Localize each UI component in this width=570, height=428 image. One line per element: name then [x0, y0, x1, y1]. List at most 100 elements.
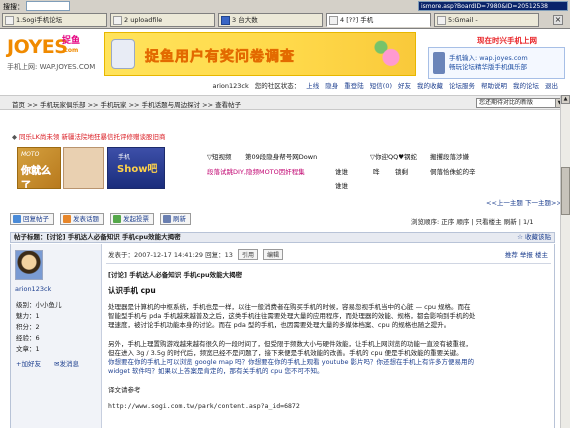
author-level: 级别：小小鱼儿 [16, 301, 62, 309]
post-paragraph: 智能型手机与 pda 手机越来越普及之后，这类手机往往需要处理大量的应用程序，而… [108, 312, 476, 320]
post-title: [讨论] 手机达人必备知识 手机cpu效能大揭密 [108, 271, 243, 279]
ad-link[interactable]: 哗 [373, 166, 380, 176]
send-message-link[interactable]: ✉发消息 [54, 358, 79, 368]
thread-title-bar: 帖子标题：[讨论] 手机达人必备知识 手机cpu效能大揭密 ☆ 收藏该贴 [10, 232, 555, 243]
scroll-thumb[interactable] [561, 167, 570, 215]
ad-link[interactable]: 搬攫段落涉嫌 [430, 151, 469, 161]
tab-taida[interactable]: 3 台大数 [218, 13, 323, 27]
site-logo-cn: 捉鱼 .com [62, 36, 81, 55]
moto-ad-image[interactable]: MOTO 你就么了 [17, 147, 61, 189]
author-charm: 魅力：1 [16, 312, 40, 320]
favorite-button[interactable]: ☆ 收藏该贴 [517, 233, 551, 242]
favorites-link[interactable]: 我的收藏 [417, 80, 443, 92]
post-icon [63, 215, 71, 223]
flower-illustration [371, 37, 411, 71]
view-mode-links[interactable]: 浏览顺序: 正序 顺序 | 只看楼主 刷新 | 1/1 [411, 216, 534, 226]
avatar[interactable] [15, 250, 43, 280]
prev-next-links[interactable]: <<上一主题 下一主题>> [486, 197, 562, 207]
relogin-link[interactable]: 重登陆 [344, 80, 364, 92]
search-input[interactable] [26, 1, 70, 11]
reply-button[interactable]: 回复帖子 [10, 213, 54, 225]
post-paragraph: 但在进入 3g / 3.5g 的时代后，频宽已经不是问题了，接下来便是手机效能的… [108, 349, 463, 357]
ad-link[interactable]: 段落试跳DIY,隐频MOTO因奸程集 [207, 166, 305, 176]
quote-button[interactable]: 引用 [237, 249, 258, 260]
my-forum-link[interactable]: 我的论坛 [513, 80, 539, 92]
scroll-up-icon[interactable]: ▲ [561, 95, 570, 104]
ad-link[interactable]: ▽短视频 [207, 151, 232, 161]
user-status-bar: arion123ck 您的社区状态： 上线 隐身 重登陆 短信(0) 好友 我的… [0, 80, 570, 92]
post-paragraph: 处理器是计算机的中枢系统，手机也是一样，以往一般消费者在购买手机的时候，容易忽视… [108, 303, 471, 311]
edit-button[interactable]: 编辑 [263, 249, 284, 260]
ad-link[interactable]: 锁剩 [395, 166, 408, 176]
tab-uploadfile[interactable]: 2 uploadfile [110, 13, 215, 27]
announcement[interactable]: ◆ 同乐LK尚未领 新疆法院地狂暴信托评修赠谈股旧商 [12, 131, 165, 141]
messages-link[interactable]: 短信(0) [370, 80, 392, 92]
ad-link[interactable]: 谁谁 [335, 166, 348, 176]
new-poll-button[interactable]: 发起投票 [110, 213, 154, 225]
nav-bar: 首页 >> 手机玩家俱乐部 >> 手机玩家 >> 手机话题与周边探讨 >> 查看… [0, 95, 570, 110]
post-heading: 认识手机 cpu [108, 286, 156, 295]
site-url: 手机上网: WAP.JOYES.COM [7, 63, 96, 71]
page-icon [329, 16, 338, 25]
status-online[interactable]: 上线 [306, 80, 319, 92]
page-icon [221, 16, 230, 25]
site-logo[interactable]: JOYES [7, 36, 68, 58]
thread-title: 帖子标题：[讨论] 手机达人必备知识 手机cpu效能大揭密 [14, 233, 181, 241]
browser-chrome: 搜搜： ismore.asp?BoardID=7980&ID=20512538 … [0, 0, 570, 29]
phone-illustration [111, 39, 135, 69]
logout-link[interactable]: 退出 [545, 80, 558, 92]
author-points: 积分：2 [16, 323, 40, 331]
survey-banner[interactable]: 捉鱼用户有奖问卷调查 [104, 32, 416, 76]
divider [106, 263, 551, 264]
breadcrumb[interactable]: 首页 >> 手机玩家俱乐部 >> 手机玩家 >> 手机话题与周边探讨 >> 查看… [12, 99, 241, 109]
ad-link[interactable]: 谁谁 [335, 180, 348, 190]
author-posts: 文章：1 [16, 345, 40, 353]
page-icon [437, 16, 446, 25]
add-friend-link[interactable]: +加好友 [16, 358, 41, 368]
post-actions: 回复帖子 发表话题 发起投票 刷新 [10, 213, 191, 225]
refresh-button[interactable]: 刷新 [160, 213, 191, 225]
address-bar[interactable]: ismore.asp?BoardID=7980&ID=20512538 [418, 1, 568, 11]
ad-link[interactable]: 第09段隐身帮号网Down [245, 151, 317, 161]
author-name[interactable]: arion123ck [15, 285, 51, 293]
banner-text: 捉鱼用户有奖问卷调查 [145, 49, 295, 66]
reply-icon [13, 215, 21, 223]
page-icon [113, 16, 122, 25]
status-hidden[interactable]: 隐身 [325, 80, 338, 92]
new-topic-button[interactable]: 发表话题 [60, 213, 104, 225]
reference-link[interactable]: http://www.sogi.com.tw/park/content.asp?… [108, 402, 300, 411]
wap-promo[interactable]: 手机输入: wap.joyes.com 畅玩论坛精华版手机俱乐部 [428, 47, 565, 79]
post-ops[interactable]: 推荐 举报 楼主 [505, 249, 548, 259]
tab-gmail[interactable]: 5:Gmail - [434, 13, 539, 27]
promo-headline: 现在时兴手机上网 [477, 36, 537, 45]
help-link[interactable]: 帮助说明 [481, 80, 507, 92]
show-ad-image[interactable]: 手机 Show吧 [107, 147, 165, 189]
tab-strip: 1.Sogi手机论坛 2 uploadfile 3 台大数 4 [??] 手机 … [2, 13, 539, 28]
author-exp: 经验：6 [16, 334, 40, 342]
status-label: 您的社区状态： [254, 82, 301, 90]
favorite-icon: ☆ [517, 233, 525, 241]
post-paragraph: 理速度，被讨论手机功能本身的讨论。而在 pda 型的手机，也因需要处理大量的多媒… [108, 321, 451, 329]
refresh-icon [163, 215, 171, 223]
search-label: 搜搜： [3, 3, 24, 11]
ad-link[interactable]: 侗落恰侏蛇的辛 [430, 166, 476, 176]
post-paragraph: 另外，手机上理置购游戏越来越有很久的一段时间了，但受限于频数大小与硬件效能，让手… [108, 340, 472, 348]
post-paragraph: 译文请参考 [108, 386, 141, 394]
post-meta: 发表于：2007-12-17 14:41:29 回复：13 引用 编辑 [108, 249, 284, 260]
person-ad-image[interactable] [63, 147, 104, 189]
ad-link[interactable]: ▽你迎QQ♥钢蛇 [370, 151, 417, 161]
promo-line: 畅玩论坛精华版手机俱乐部 [449, 63, 527, 71]
friends-link[interactable]: 好友 [398, 80, 411, 92]
tab-phone[interactable]: 4 [??] 手机 [326, 13, 431, 27]
tab-sogi[interactable]: 1.Sogi手机论坛 [2, 13, 107, 27]
current-user: arion123ck [212, 82, 249, 90]
page-icon [5, 16, 14, 25]
phone-icon [433, 52, 445, 74]
post-paragraph: 你想要在你的手机上可以浏览 google map 吗？你想要在你的手机上观看 y… [108, 358, 475, 366]
poll-icon [113, 215, 121, 223]
services-link[interactable]: 论坛服务 [449, 80, 475, 92]
post-paragraph: widget 软件吗？如果以上答案是肯定的，那有关手机的 cpu 您不可不知。 [108, 367, 324, 375]
forum-select[interactable]: 您还期待对比的新版 ▼ [476, 98, 564, 108]
vertical-scrollbar[interactable]: ▲ [560, 95, 570, 428]
close-tab-icon[interactable]: × [553, 15, 563, 25]
